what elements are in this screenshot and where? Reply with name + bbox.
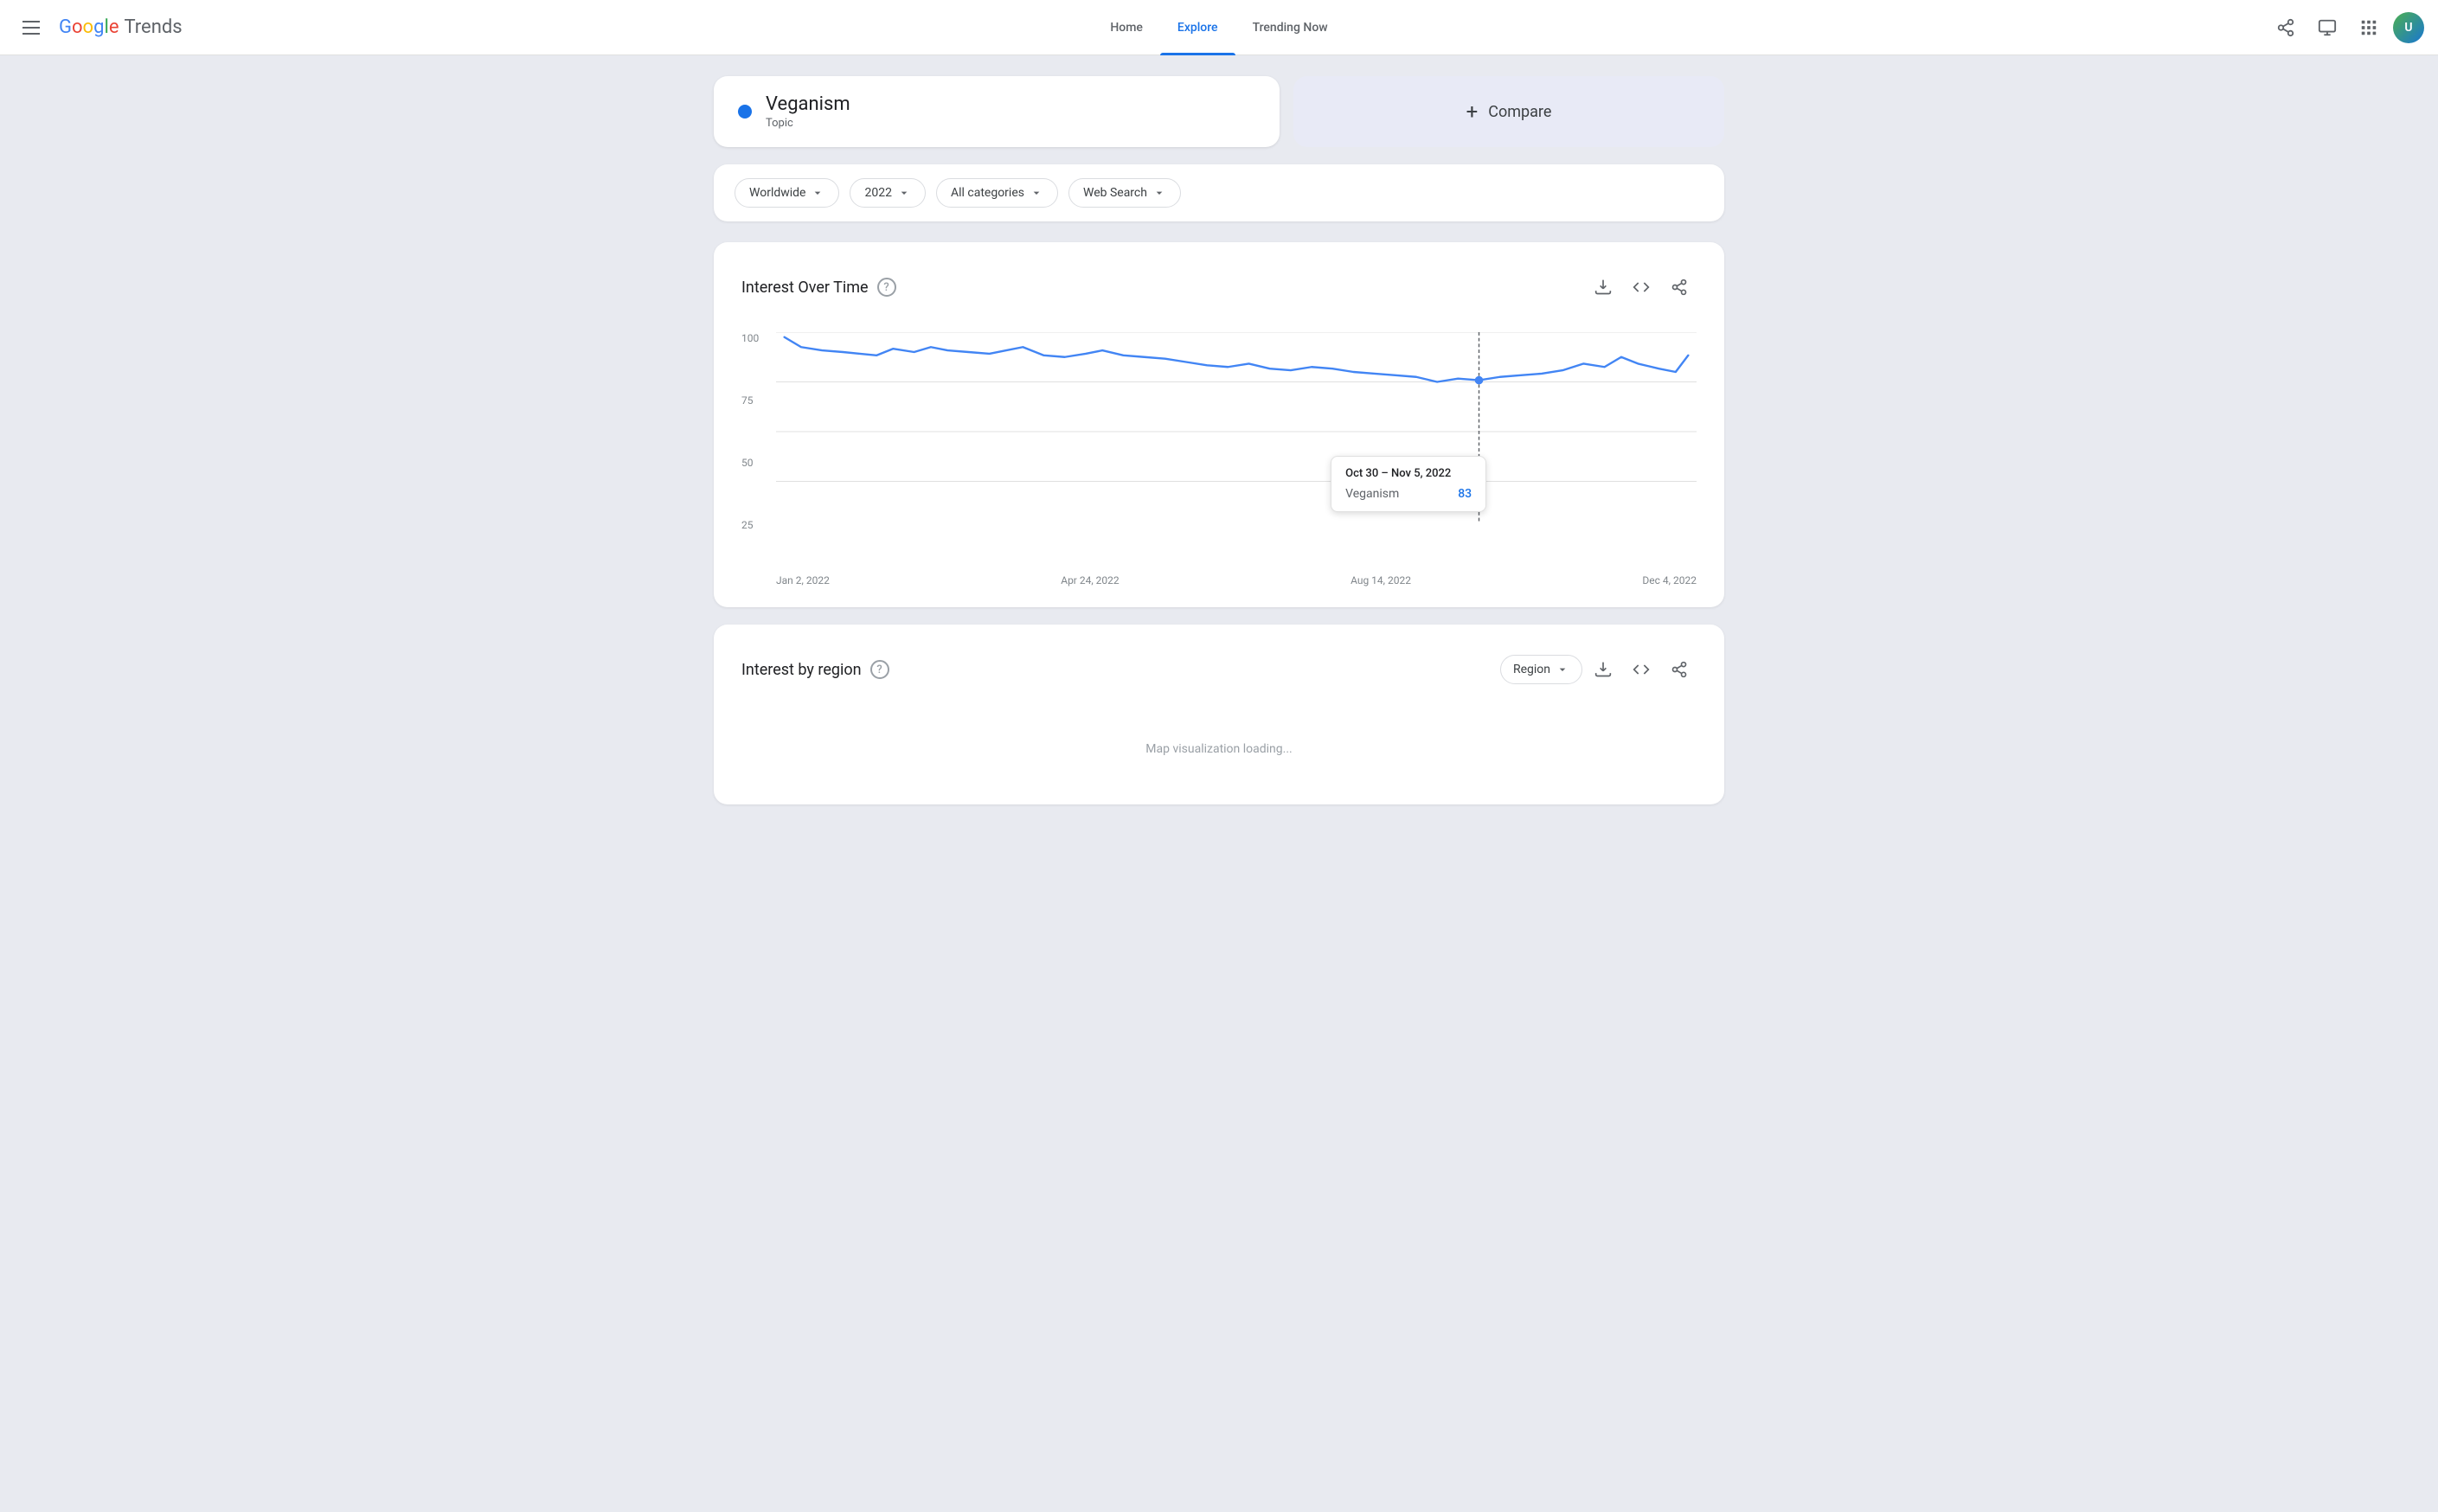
x-label-aug: Aug 14, 2022	[1351, 574, 1411, 586]
year-filter-label: 2022	[864, 186, 891, 200]
search-type-filter[interactable]: Web Search	[1068, 178, 1181, 208]
region-download-button[interactable]	[1586, 652, 1620, 687]
chart-svg	[776, 332, 1697, 531]
compare-box[interactable]: + Compare	[1293, 76, 1724, 147]
embed-button[interactable]	[1624, 270, 1658, 304]
share-chart-button[interactable]	[1662, 270, 1697, 304]
header-left: Google Trends	[14, 10, 617, 45]
interest-by-region-card: Interest by region ? Region	[714, 625, 1724, 804]
header: Google Trends Home Explore Trending Now	[0, 0, 2438, 55]
region-share-button[interactable]	[1662, 652, 1697, 687]
header-right: U	[1822, 10, 2425, 45]
y-label-75: 75	[741, 394, 769, 407]
x-label-dec: Dec 4, 2022	[1642, 574, 1697, 586]
nav-home[interactable]: Home	[1093, 0, 1160, 55]
search-area: Veganism Topic + Compare	[714, 76, 1724, 147]
main-content: Veganism Topic + Compare Worldwide 2022 …	[700, 55, 1738, 842]
feedback-button[interactable]	[2310, 10, 2345, 45]
region-map-placeholder: Map visualization loading...	[741, 714, 1697, 784]
card-title-area: Interest Over Time ?	[741, 278, 896, 297]
search-term: Veganism	[766, 93, 850, 115]
y-axis-labels: 100 75 50 25	[741, 332, 776, 531]
google-logo: Google	[59, 16, 119, 38]
interest-over-time-card: Interest Over Time ?	[714, 242, 1724, 607]
year-filter[interactable]: 2022	[850, 178, 925, 208]
main-nav: Home Explore Trending Now	[617, 0, 1822, 55]
region-title-area: Interest by region ?	[741, 660, 889, 679]
location-filter-label: Worldwide	[749, 186, 805, 200]
category-filter[interactable]: All categories	[936, 178, 1058, 208]
region-selector-button[interactable]: Region	[1500, 655, 1582, 684]
region-help-icon[interactable]: ?	[870, 660, 889, 679]
search-text: Veganism Topic	[766, 93, 850, 130]
compare-label: Compare	[1488, 103, 1551, 121]
filters-bar: Worldwide 2022 All categories Web Search	[714, 164, 1724, 221]
card-actions	[1586, 270, 1697, 304]
location-filter[interactable]: Worldwide	[735, 178, 839, 208]
region-card-title: Interest by region	[741, 661, 862, 679]
google-trends-logo[interactable]: Google Trends	[59, 16, 183, 38]
search-type-filter-label: Web Search	[1083, 186, 1147, 200]
share-button[interactable]	[2268, 10, 2303, 45]
nav-explore[interactable]: Explore	[1160, 0, 1235, 55]
x-label-jan: Jan 2, 2022	[776, 574, 830, 586]
help-icon[interactable]: ?	[877, 278, 896, 297]
card-header: Interest Over Time ?	[741, 270, 1697, 304]
x-label-apr: Apr 24, 2022	[1061, 574, 1119, 586]
region-card-actions: Region	[1500, 652, 1697, 687]
search-box: Veganism Topic	[714, 76, 1280, 147]
search-dot	[738, 105, 752, 119]
download-button[interactable]	[1586, 270, 1620, 304]
search-type: Topic	[766, 117, 850, 130]
region-selector-label: Region	[1513, 663, 1550, 676]
y-label-100: 100	[741, 332, 769, 344]
trend-line-veganism	[785, 337, 1689, 382]
compare-plus-icon: +	[1466, 99, 1479, 124]
y-label-25: 25	[741, 519, 769, 531]
hamburger-menu-button[interactable]	[14, 10, 48, 45]
y-label-50: 50	[741, 457, 769, 469]
x-axis-labels: Jan 2, 2022 Apr 24, 2022 Aug 14, 2022 De…	[741, 567, 1697, 586]
trends-label: Trends	[124, 16, 182, 38]
card-title: Interest Over Time	[741, 279, 869, 297]
chart-container: 100 75 50 25	[741, 332, 1697, 557]
apps-button[interactable]	[2351, 10, 2386, 45]
region-card-header: Interest by region ? Region	[741, 652, 1697, 687]
region-embed-button[interactable]	[1624, 652, 1658, 687]
nav-trending[interactable]: Trending Now	[1235, 0, 1345, 55]
category-filter-label: All categories	[951, 186, 1024, 200]
tooltip-dot	[1475, 376, 1484, 385]
user-avatar[interactable]: U	[2393, 12, 2424, 43]
